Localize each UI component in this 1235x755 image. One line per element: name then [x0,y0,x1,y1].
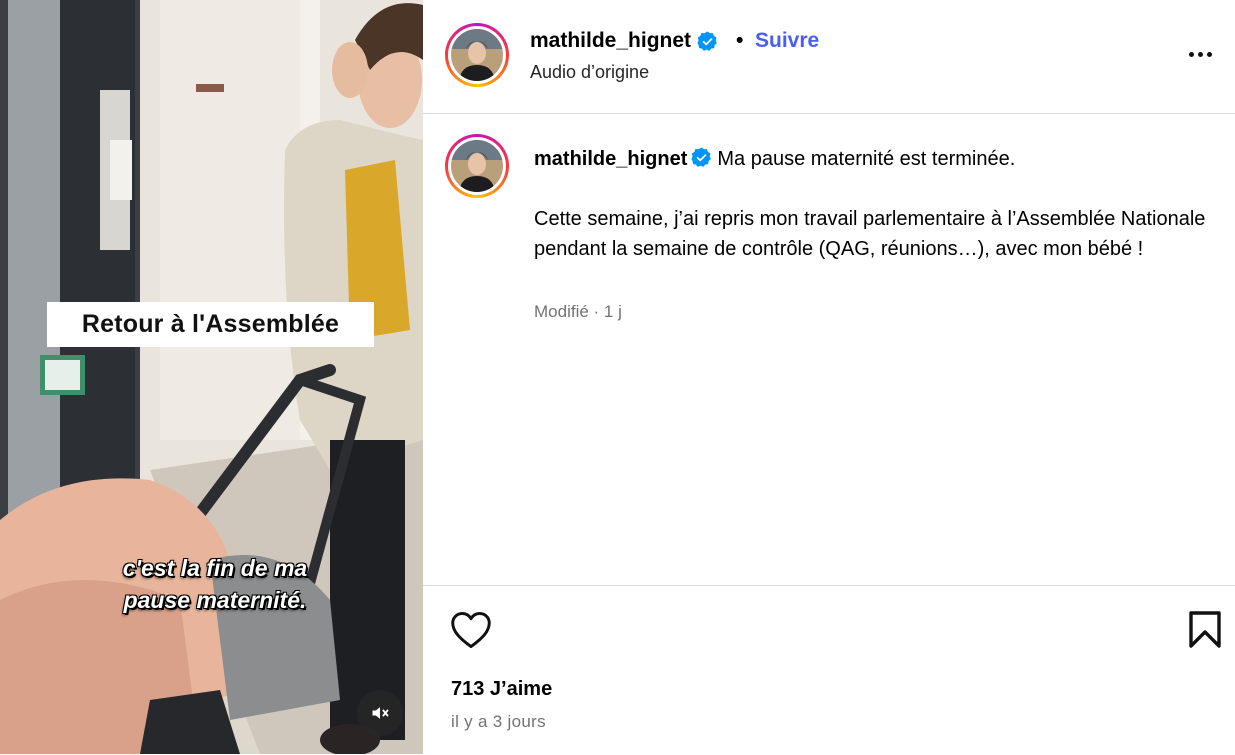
avatar-image [451,140,503,192]
separator-dot: • [736,29,744,52]
author-avatar[interactable] [445,23,509,87]
save-button[interactable] [1188,611,1222,649]
caption-first-line: Ma pause maternité est terminée. [717,148,1016,170]
avatar-image [451,29,503,81]
more-options-icon[interactable] [1183,40,1217,68]
caption-text: mathilde_hignet Ma pause maternité est t… [534,144,1214,264]
like-button[interactable] [450,610,492,650]
speaker-muted-icon [372,707,389,719]
video-frame [0,0,423,754]
caption-username[interactable]: mathilde_hignet [534,148,687,170]
caption-author-avatar[interactable] [445,134,509,198]
like-count[interactable]: 713 J’aime [451,678,552,701]
subtitle-line: c'est la fin de ma [122,555,308,581]
subtitle-line: pause maternité. [123,587,307,613]
post-timestamp[interactable]: il y a 3 jours [451,712,546,732]
author-username[interactable]: mathilde_hignet [530,29,718,53]
post-header: mathilde_hignet • Suivre Audio d’origine [423,0,1235,114]
follow-button[interactable]: Suivre [755,29,819,53]
verified-badge-icon [697,31,717,51]
mute-button[interactable] [357,690,403,736]
verified-badge-icon [691,147,712,167]
caption-section: mathilde_hignet Ma pause maternité est t… [423,114,1235,585]
caption-meta: Modifié · 1 j [534,302,622,321]
caption-paragraph: Cette semaine, j’ai repris mon travail p… [534,208,1206,260]
video-title-overlay: Retour à l'Assemblée [47,302,374,347]
heart-icon [451,612,491,648]
username-text: mathilde_hignet [530,29,692,52]
original-audio-link[interactable]: Audio d’origine [530,62,649,83]
reel-video[interactable]: Retour à l'Assemblée c'est la fin de ma … [0,0,423,754]
video-subtitle: c'est la fin de ma pause maternité. [80,552,350,616]
bookmark-icon [1189,611,1221,648]
post-panel: mathilde_hignet • Suivre Audio d’origine [423,0,1235,754]
post-actions: 713 J’aime il y a 3 jours [423,585,1235,755]
